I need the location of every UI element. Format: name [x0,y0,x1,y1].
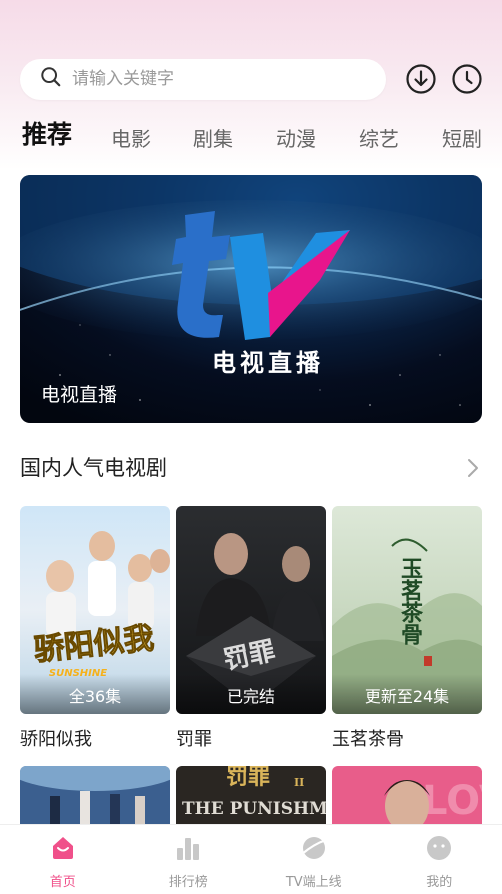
tab-variety[interactable]: 综艺 [359,122,399,156]
drama-card[interactable]: 罚罪 已完结 罚罪 [176,506,326,751]
poster-numeral: II [294,776,304,789]
tab-movie[interactable]: 电影 [111,122,151,156]
section-title: 国内人气电视剧 [20,456,167,480]
nav-tv[interactable]: TV端上线 [251,825,377,894]
banner-caption: 电视直播 [41,384,118,406]
nav-ranking[interactable]: 排行榜 [126,825,252,894]
poster-punishment-2[interactable]: 罚罪 II THE PUNISHMENT [176,766,326,826]
search-input[interactable] [72,69,352,89]
poster-tea-bone[interactable]: 玉茗茶骨 更新至24集 [332,506,482,714]
search-icon [40,66,62,92]
card-title: 骄阳似我 [20,729,92,750]
nav-home[interactable]: 首页 [0,825,126,894]
nav-label: 排行榜 [168,875,208,890]
history-icon[interactable] [452,64,482,94]
bar-chart-icon [177,838,200,860]
search-box[interactable] [20,58,386,100]
card-title: 罚罪 [176,729,212,750]
nav-mine[interactable]: 我的 [377,825,502,894]
nav-label: 我的 [426,875,453,890]
bottom-nav: 首页 排行榜 TV端上线 我的 [0,824,502,894]
tab-recommend[interactable]: 推荐 [22,118,72,152]
home-icon [52,837,73,859]
category-tabs: 推荐 电影 剧集 动漫 综艺 短剧 [22,120,502,156]
episode-badge: 已完结 [176,674,326,714]
drama-card[interactable]: 骄阳似我 SUNSHINE 全36集 骄阳似我 [20,506,170,751]
live-tv-banner[interactable]: 电视直播 电视直播 [20,175,482,423]
poster-en-text: THE PUNISHMENT [182,799,326,819]
poster-title-text: 玉茗茶骨 [397,557,423,646]
poster-pink[interactable]: LOVE [332,766,482,826]
tab-series[interactable]: 剧集 [193,122,233,156]
episode-badge: 全36集 [20,674,170,714]
tab-short-drama[interactable]: 短剧 [442,122,482,156]
nav-label: 首页 [49,875,76,890]
section-header[interactable]: 国内人气电视剧 [20,452,480,484]
drama-card[interactable]: 玉茗茶骨 更新至24集 玉茗茶骨 [332,506,482,751]
episode-badge: 更新至24集 [332,674,482,714]
banner-logo-text: 电视直播 [212,349,324,377]
chevron-right-icon[interactable] [466,458,480,478]
tab-anime[interactable]: 动漫 [276,122,316,156]
poster-sunshine[interactable]: 骄阳似我 SUNSHINE 全36集 [20,506,170,714]
profile-face-icon [427,836,452,860]
download-icon[interactable] [406,64,436,94]
poster-title-text: 罚罪 [226,766,270,790]
poster-bg-text: LOVE [422,778,482,824]
search-row [20,58,484,100]
planet-icon [300,837,327,859]
card-title: 玉茗茶骨 [332,729,404,750]
poster-fantasy[interactable] [20,766,170,826]
poster-punishment[interactable]: 罚罪 已完结 [176,506,326,714]
nav-label: TV端上线 [285,875,342,890]
